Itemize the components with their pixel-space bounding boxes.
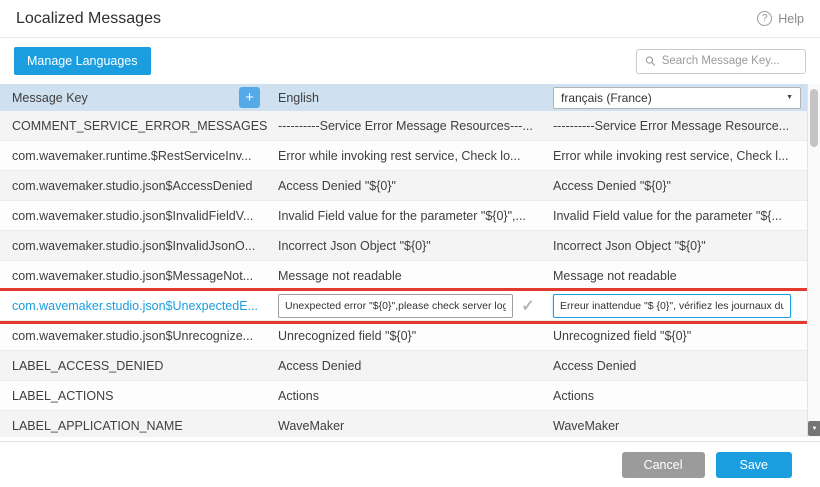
column-header-english: English [268, 91, 545, 105]
french-text-cell: ----------Service Error Message Resource… [545, 119, 807, 133]
english-text-cell: Access Denied "${0}" [268, 179, 545, 193]
save-button[interactable]: Save [716, 452, 793, 478]
message-key-header-label: Message Key [12, 91, 88, 105]
french-text-cell: Access Denied [545, 359, 807, 373]
toolbar: Manage Languages [0, 38, 820, 84]
english-edit-cell: ✓ [268, 294, 545, 318]
english-edit-input[interactable] [278, 294, 513, 318]
message-key-cell: LABEL_APPLICATION_NAME [0, 419, 268, 433]
column-header-language: français (France) ▼ [545, 87, 807, 109]
search-icon [645, 55, 656, 67]
french-text-cell: Incorrect Json Object "${0}" [545, 239, 807, 253]
add-message-key-button[interactable]: + [239, 87, 260, 108]
table-row[interactable]: com.wavemaker.studio.json$Unrecognize...… [0, 321, 807, 351]
french-text-cell: Access Denied "${0}" [545, 179, 807, 193]
french-edit-cell [545, 294, 807, 318]
vertical-scrollbar[interactable]: ▼ [807, 84, 820, 437]
french-text-cell: Unrecognized field "${0}" [545, 329, 807, 343]
messages-table: Message Key + English français (France) … [0, 84, 807, 437]
french-text-cell: Actions [545, 389, 807, 403]
help-label: Help [778, 12, 804, 26]
scroll-down-button[interactable]: ▼ [808, 421, 820, 436]
english-text-cell: Actions [268, 389, 545, 403]
table-header-row: Message Key + English français (France) … [0, 84, 807, 111]
message-key-cell: com.wavemaker.studio.json$InvalidFieldV.… [0, 209, 268, 223]
chevron-down-icon: ▼ [786, 94, 793, 101]
language-select-value: français (France) [561, 91, 652, 105]
page-title: Localized Messages [16, 10, 161, 28]
french-edit-input[interactable] [553, 294, 791, 318]
table-row[interactable]: LABEL_APPLICATION_NAMEWaveMakerWaveMaker [0, 411, 807, 437]
french-text-cell: WaveMaker [545, 419, 807, 433]
message-key-cell: com.wavemaker.runtime.$RestServiceInv... [0, 149, 268, 163]
arrow-down-icon: ▼ [812, 426, 818, 432]
search-box[interactable] [636, 49, 806, 74]
message-key-cell: com.wavemaker.studio.json$UnexpectedE... [0, 299, 268, 313]
table-row[interactable]: COMMENT_SERVICE_ERROR_MESSAGES----------… [0, 111, 807, 141]
message-key-cell: LABEL_ACCESS_DENIED [0, 359, 268, 373]
english-text-cell: Error while invoking rest service, Check… [268, 149, 545, 163]
table-body: COMMENT_SERVICE_ERROR_MESSAGES----------… [0, 111, 807, 437]
confirm-check-icon[interactable]: ✓ [513, 296, 543, 316]
table-row[interactable]: com.wavemaker.studio.json$InvalidJsonO..… [0, 231, 807, 261]
message-key-cell: com.wavemaker.studio.json$Unrecognize... [0, 329, 268, 343]
french-text-cell: Invalid Field value for the parameter "$… [545, 209, 807, 223]
english-text-cell: Invalid Field value for the parameter "$… [268, 209, 545, 223]
table-row[interactable]: com.wavemaker.studio.json$InvalidFieldV.… [0, 201, 807, 231]
table-row[interactable]: com.wavemaker.runtime.$RestServiceInv...… [0, 141, 807, 171]
english-text-cell: Access Denied [268, 359, 545, 373]
message-key-cell: LABEL_ACTIONS [0, 389, 268, 403]
table-row[interactable]: com.wavemaker.studio.json$AccessDeniedAc… [0, 171, 807, 201]
cancel-button[interactable]: Cancel [622, 452, 705, 478]
search-input[interactable] [662, 55, 797, 67]
language-select[interactable]: français (France) ▼ [553, 87, 801, 109]
message-key-cell: com.wavemaker.studio.json$AccessDenied [0, 179, 268, 193]
manage-languages-button[interactable]: Manage Languages [14, 47, 151, 75]
table-row[interactable]: LABEL_ACTIONSActionsActions [0, 381, 807, 411]
english-text-cell: ----------Service Error Message Resource… [268, 119, 545, 133]
french-text-cell: Message not readable [545, 269, 807, 283]
column-header-message-key: Message Key + [0, 87, 268, 108]
english-text-cell: Message not readable [268, 269, 545, 283]
table-row[interactable]: LABEL_ACCESS_DENIEDAccess DeniedAccess D… [0, 351, 807, 381]
table-row[interactable]: com.wavemaker.studio.json$MessageNot...M… [0, 261, 807, 291]
message-key-cell: COMMENT_SERVICE_ERROR_MESSAGES [0, 119, 268, 133]
help-icon: ? [757, 11, 772, 26]
footer-bar: Cancel Save [0, 441, 820, 487]
french-text-cell: Error while invoking rest service, Check… [545, 149, 807, 163]
message-key-cell: com.wavemaker.studio.json$MessageNot... [0, 269, 268, 283]
table-row-editing[interactable]: com.wavemaker.studio.json$UnexpectedE...… [0, 291, 807, 321]
english-text-cell: Unrecognized field "${0}" [268, 329, 545, 343]
message-key-cell: com.wavemaker.studio.json$InvalidJsonO..… [0, 239, 268, 253]
scrollbar-thumb[interactable] [810, 89, 818, 147]
title-bar: Localized Messages ? Help [0, 0, 820, 38]
help-link[interactable]: ? Help [757, 11, 804, 26]
english-text-cell: WaveMaker [268, 419, 545, 433]
english-text-cell: Incorrect Json Object "${0}" [268, 239, 545, 253]
